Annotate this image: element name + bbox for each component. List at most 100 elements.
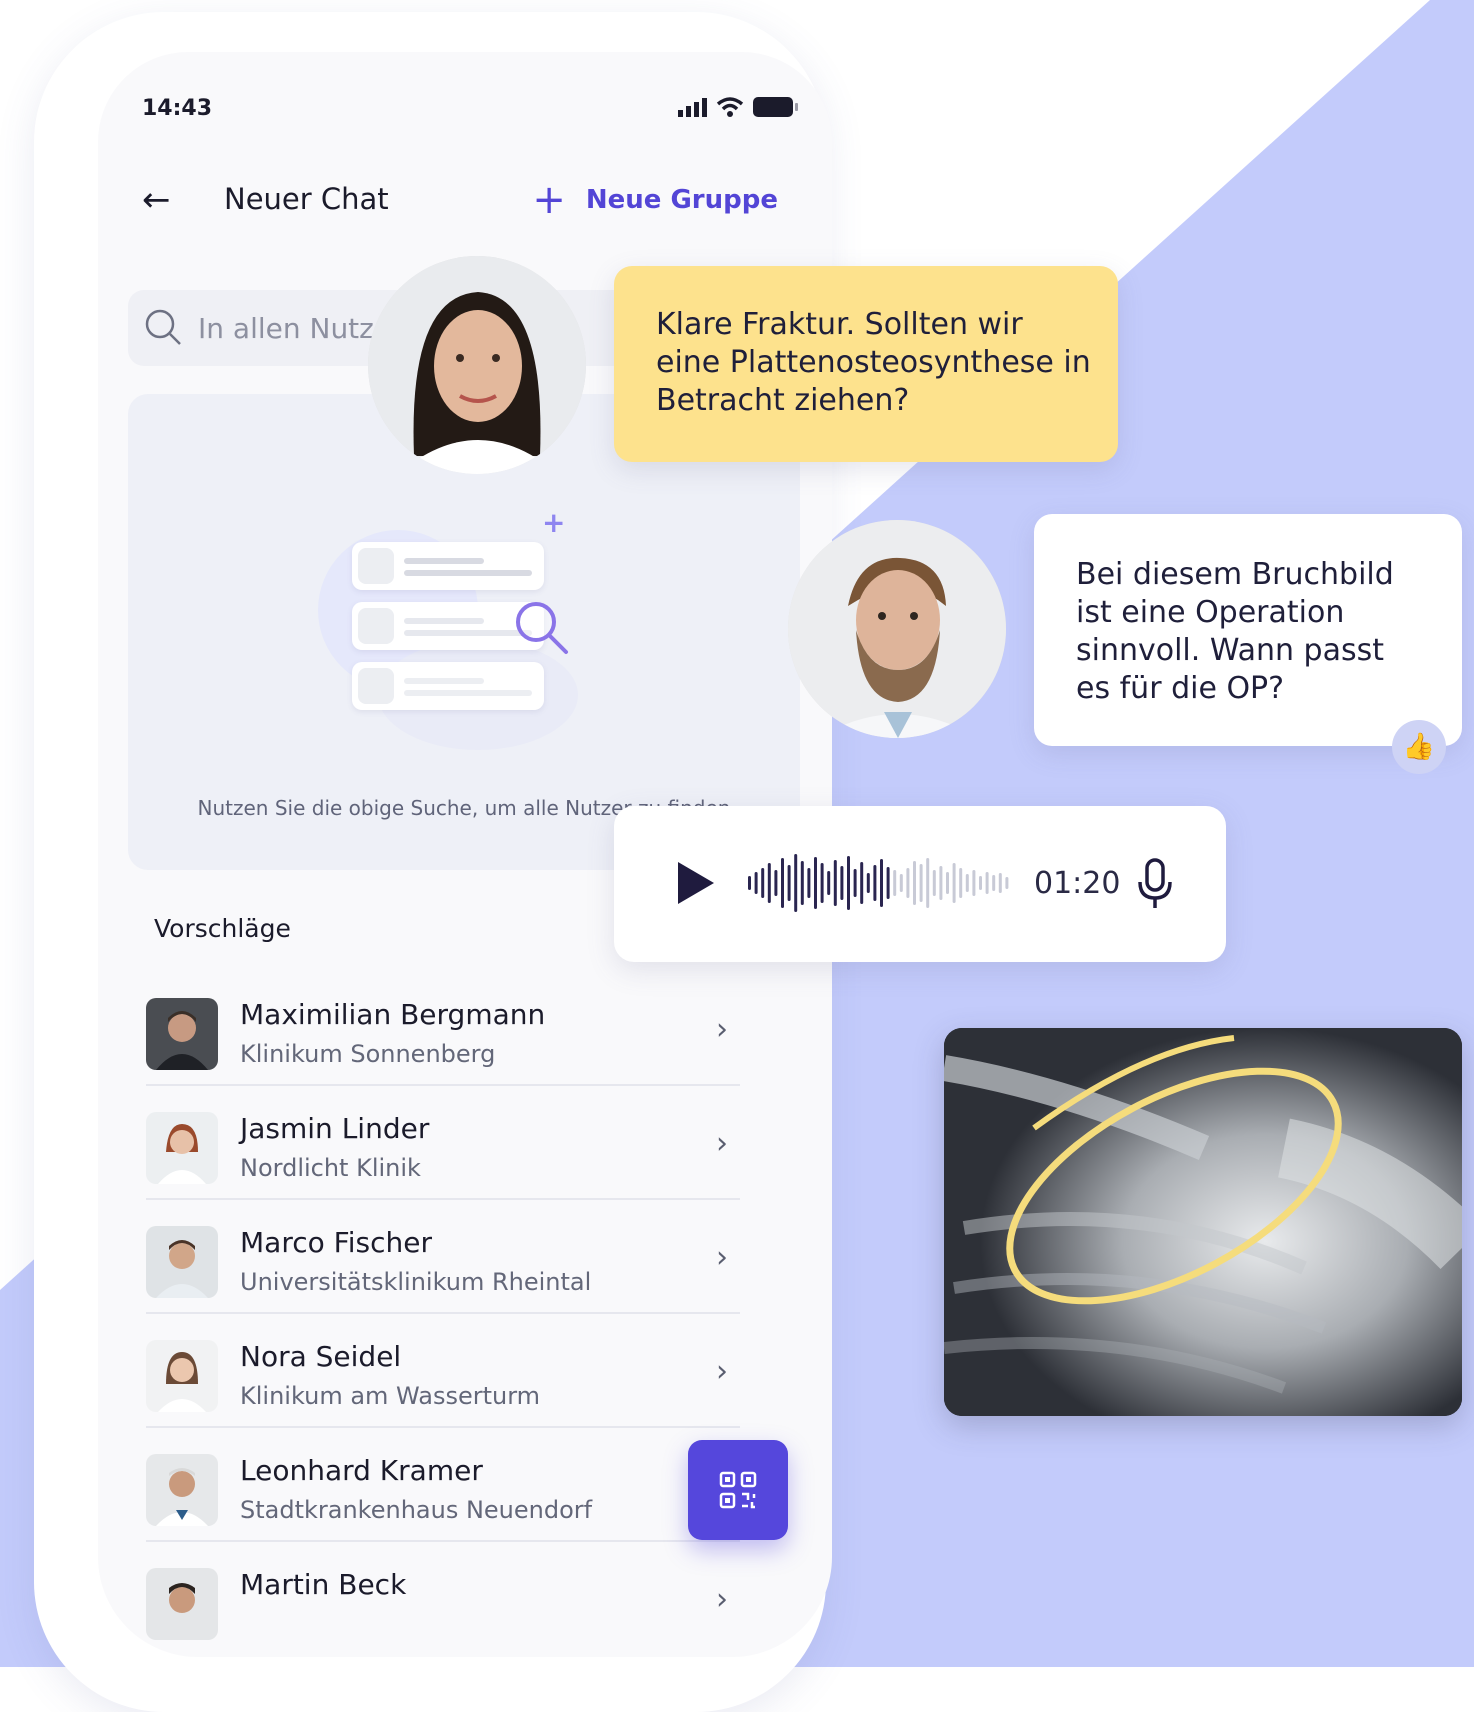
list-item[interactable]: Martin Beck › <box>146 1542 740 1654</box>
waveform-bar <box>998 873 1002 893</box>
waveform-bar <box>866 873 870 893</box>
waveform-bar <box>748 876 751 890</box>
list-item[interactable]: Nora Seidel Klinikum am Wasserturm › <box>146 1314 740 1428</box>
waveform-bar <box>794 854 798 912</box>
chevron-right-icon: › <box>716 1012 728 1047</box>
plus-icon: + <box>532 177 566 223</box>
waveform <box>748 854 1009 912</box>
waveform-bar <box>965 874 969 892</box>
contact-name: Leonhard Kramer <box>240 1454 483 1487</box>
status-time: 14:43 <box>142 96 213 121</box>
qr-code-icon <box>719 1471 757 1509</box>
waveform-bar <box>1005 877 1009 889</box>
avatar-female-doctor <box>368 256 586 474</box>
waveform-bar <box>919 864 923 902</box>
waveform-bar <box>800 861 804 905</box>
waveform-bar <box>932 870 936 896</box>
waveform-bar <box>880 859 883 907</box>
qr-code-button[interactable] <box>688 1440 788 1540</box>
header: ← Neuer Chat + Neue Gruppe <box>98 172 832 232</box>
avatar <box>146 1226 218 1298</box>
avatar <box>146 1112 218 1184</box>
chevron-right-icon: › <box>716 1126 728 1161</box>
avatar <box>146 1454 218 1526</box>
waveform-bar <box>840 866 844 900</box>
suggestions-title: Vorschläge <box>154 914 291 943</box>
contact-org: Klinikum Sonnenberg <box>240 1040 496 1068</box>
contact-org: Universitätsklinikum Rheintal <box>240 1268 592 1296</box>
waveform-bar <box>913 861 916 905</box>
waveform-bar <box>946 872 949 894</box>
voice-duration: 01:20 <box>1034 866 1121 901</box>
waveform-bar <box>992 875 996 891</box>
waveform-bar <box>939 866 943 900</box>
waveform-bar <box>860 862 864 904</box>
page-title: Neuer Chat <box>224 182 389 216</box>
signal-icon <box>678 98 707 117</box>
magnifier-icon <box>516 602 568 654</box>
list-item[interactable]: Maximilian Bergmann Klinikum Sonnenberg … <box>146 972 740 1086</box>
waveform-bar <box>899 874 903 892</box>
avatar <box>146 1340 218 1412</box>
chevron-right-icon: › <box>716 1240 728 1275</box>
chat-message-1: Klare Fraktur. Sollten wir eine Platteno… <box>614 266 1118 462</box>
waveform-bar <box>979 876 982 890</box>
new-group-button[interactable]: + Neue Gruppe <box>532 180 778 220</box>
contact-org: Klinikum am Wasserturm <box>240 1382 541 1410</box>
wifi-icon <box>716 97 744 117</box>
list-item[interactable]: Jasmin Linder Nordlicht Klinik › <box>146 1086 740 1200</box>
status-icons <box>678 96 798 118</box>
battery-icon <box>753 97 798 117</box>
contact-org: Stadtkrankenhaus Neuendorf <box>240 1496 593 1524</box>
contact-name: Martin Beck <box>240 1568 407 1601</box>
waveform-bar <box>774 870 778 896</box>
chevron-right-icon: › <box>716 1582 728 1617</box>
waveform-bar <box>827 871 831 895</box>
thumbs-up-reaction-icon[interactable]: 👍 <box>1392 720 1446 774</box>
chevron-right-icon: › <box>716 1354 728 1389</box>
avatar <box>146 1568 218 1640</box>
waveform-bar <box>959 868 963 898</box>
sparkle-plus-icon: + <box>542 506 566 539</box>
waveform-bar <box>767 863 771 903</box>
contact-name: Maximilian Bergmann <box>240 998 546 1031</box>
empty-search-illustration: + <box>318 506 588 750</box>
suggestions-list: Maximilian Bergmann Klinikum Sonnenberg … <box>146 972 740 1654</box>
waveform-bar <box>873 865 877 901</box>
waveform-bar <box>906 868 910 898</box>
waveform-bar <box>814 857 817 909</box>
message-text: Klare Fraktur. Sollten wir eine Platteno… <box>656 307 1091 418</box>
waveform-bar <box>926 858 930 908</box>
waveform-bar <box>787 865 791 901</box>
play-icon[interactable] <box>676 860 716 906</box>
chat-message-2: Bei diesem Bruchbild ist eine Operation … <box>1034 514 1462 746</box>
waveform-bar <box>985 872 989 894</box>
waveform-bar <box>847 856 850 910</box>
waveform-bar <box>761 868 765 898</box>
search-icon <box>144 308 184 348</box>
waveform-bar <box>833 860 837 906</box>
new-group-label: Neue Gruppe <box>585 185 778 215</box>
waveform-bar <box>972 870 976 896</box>
contact-name: Jasmin Linder <box>240 1112 430 1145</box>
message-text: Bei diesem Bruchbild ist eine Operation … <box>1076 557 1394 706</box>
avatar-male-doctor <box>788 520 1006 738</box>
contact-org: Nordlicht Klinik <box>240 1154 421 1182</box>
waveform-bar <box>886 867 890 899</box>
waveform-bar <box>781 858 784 908</box>
back-arrow-icon[interactable]: ← <box>142 180 171 220</box>
waveform-bar <box>807 868 811 898</box>
waveform-bar <box>952 863 956 903</box>
microphone-icon[interactable] <box>1136 858 1174 910</box>
voice-message: 01:20 <box>614 806 1226 962</box>
contact-name: Nora Seidel <box>240 1340 402 1373</box>
waveform-bar <box>754 872 758 894</box>
xray-image[interactable] <box>944 1028 1462 1416</box>
avatar <box>146 998 218 1070</box>
waveform-bar <box>820 863 824 903</box>
list-item[interactable]: Marco Fischer Universitätsklinikum Rhein… <box>146 1200 740 1314</box>
waveform-bar <box>853 869 857 897</box>
list-item[interactable]: Leonhard Kramer Stadtkrankenhaus Neuendo… <box>146 1428 740 1542</box>
contact-name: Marco Fischer <box>240 1226 432 1259</box>
waveform-bar <box>893 870 897 896</box>
